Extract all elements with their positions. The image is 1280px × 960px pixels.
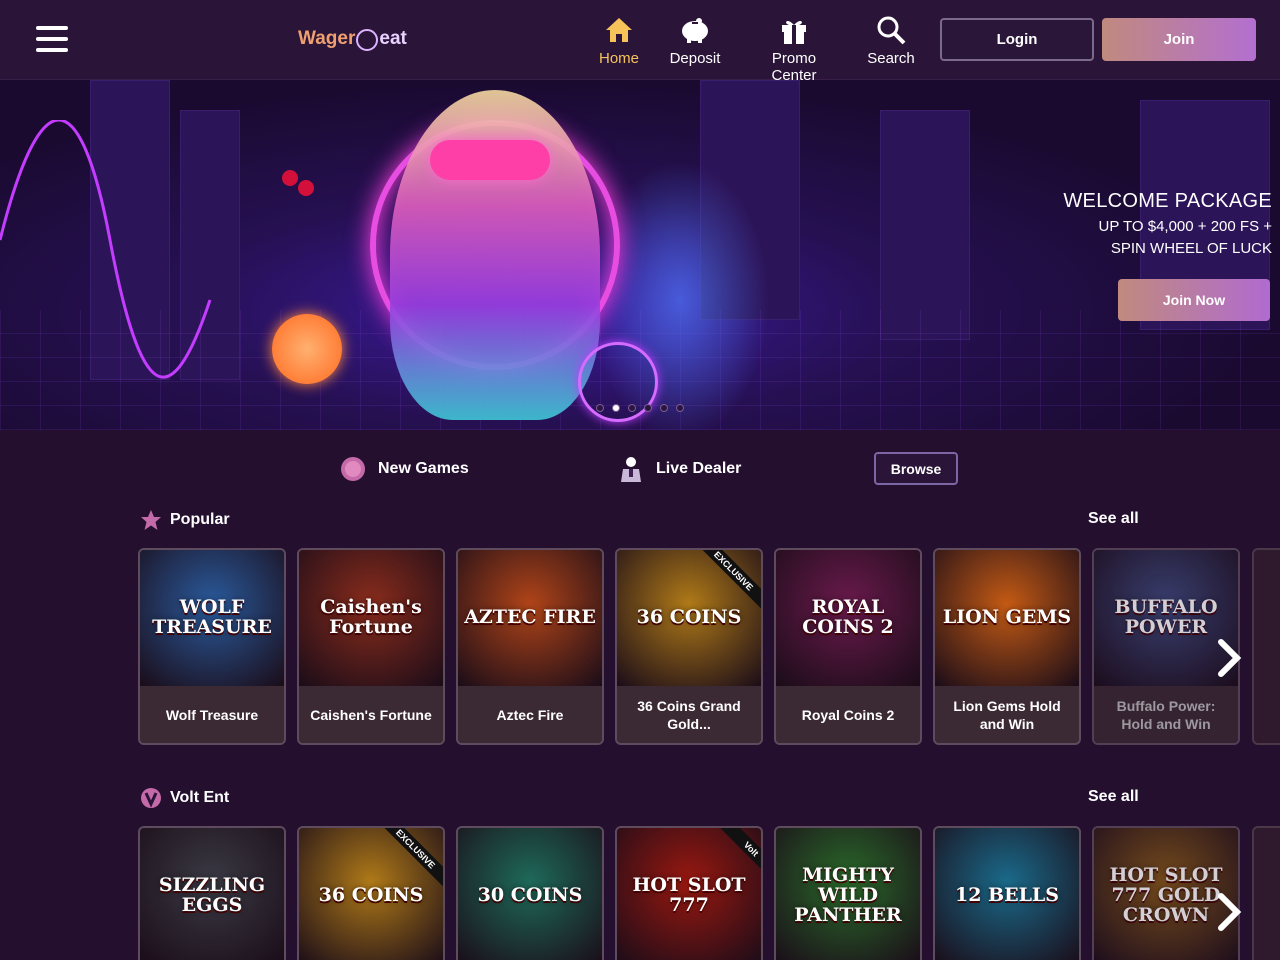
star-icon [140, 509, 162, 531]
game-card[interactable]: LION GEMS Lion Gems Hold and Win [933, 548, 1081, 745]
game-art-title: 30 COINS [477, 884, 583, 907]
carousel-dot[interactable] [628, 404, 636, 412]
game-name: Wolf Treasure [140, 686, 284, 743]
carousel-dot[interactable] [644, 404, 652, 412]
game-thumbnail: WOLF TREASURE [140, 550, 284, 686]
login-button[interactable]: Login [940, 18, 1094, 61]
game-name: Royal Coins 2 [776, 686, 920, 743]
logo-text-left: Wager [298, 28, 356, 49]
game-card[interactable]: AZTEC FIRE Aztec Fire [456, 548, 604, 745]
nav-deposit[interactable]: Deposit [666, 14, 724, 67]
category-new-games-label: New Games [378, 460, 469, 477]
category-live-dealer[interactable]: Live Dealer [618, 452, 741, 486]
hero-banner[interactable]: WELCOME PACKAGE UP TO $4,000 + 200 FS + … [0, 80, 1280, 430]
volt-see-all-link[interactable]: See all [1088, 788, 1139, 806]
game-card[interactable]: HOT SLOT 777 Volt [615, 826, 763, 960]
promo-line-2: SPIN WHEEL OF LUCK [1110, 240, 1272, 257]
bg-building [880, 110, 970, 340]
brand-logo[interactable]: Wager eat [298, 22, 407, 56]
nav-home-label: Home [598, 50, 639, 67]
carousel-dot-active[interactable] [612, 404, 620, 412]
piggy-bank-icon [666, 14, 724, 46]
category-new-games[interactable]: New Games [340, 452, 469, 486]
gift-icon [748, 14, 840, 46]
nav-deposit-label: Deposit [669, 50, 721, 67]
search-icon [866, 14, 916, 46]
game-name: Aztec Fire [458, 686, 602, 743]
neon-wave [0, 120, 212, 379]
game-card-partial[interactable] [1252, 826, 1280, 960]
game-art-title: 12 BELLS [954, 884, 1060, 907]
game-card-partial[interactable] [1252, 548, 1280, 745]
promo-line-1: UP TO $4,000 + 200 FS + [1098, 218, 1272, 235]
game-card[interactable]: 36 COINS EXCLUSIVE [297, 826, 445, 960]
volt-label: Volt Ent [170, 789, 230, 806]
game-thumbnail: ROYAL COINS 2 [776, 550, 920, 686]
game-card[interactable]: ROYAL COINS 2 Royal Coins 2 [774, 548, 922, 745]
section-volt-title: Volt Ent [140, 787, 229, 809]
game-art-title: WOLF TREASURE [152, 596, 272, 638]
section-popular-title: Popular [140, 509, 230, 531]
game-art-title: 36 COINS [318, 884, 424, 907]
game-card[interactable]: MIGHTY WILD PANTHER [774, 826, 922, 960]
game-art-title: ROYAL COINS 2 [802, 596, 894, 638]
game-card[interactable]: 30 COINS [456, 826, 604, 960]
logo-ball-icon [356, 29, 379, 51]
game-name: Caishen's Fortune [299, 686, 443, 743]
cherry-icon [282, 170, 298, 186]
game-name: Lion Gems Hold and Win [935, 686, 1079, 743]
volt-next-arrow-icon[interactable] [1214, 892, 1244, 932]
game-name: 36 Coins Grand Gold... [617, 686, 761, 743]
nav-search[interactable]: Search [866, 14, 916, 67]
carousel-dot[interactable] [676, 404, 684, 412]
game-thumbnail: AZTEC FIRE [458, 550, 602, 686]
carousel-dot[interactable] [596, 404, 604, 412]
nav-search-label: Search [867, 50, 915, 67]
popular-next-arrow-icon[interactable] [1214, 638, 1244, 678]
nav-promo-center[interactable]: Promo Center [748, 14, 840, 84]
game-art-title: AZTEC FIRE [464, 606, 596, 629]
menu-icon[interactable] [36, 26, 68, 52]
game-art-title: MIGHTY WILD PANTHER [794, 864, 902, 926]
game-art-title: LION GEMS [942, 606, 1072, 629]
game-card[interactable]: Caishen's Fortune Caishen's Fortune [297, 548, 445, 745]
game-card[interactable]: 36 COINS EXCLUSIVE 36 Coins Grand Gold..… [615, 548, 763, 745]
game-art-title: SIZZLING EGGS [158, 874, 266, 916]
top-header: Wager eat Home Deposit Promo Center Sear… [0, 0, 1280, 84]
game-art-title: HOT SLOT 777 [632, 874, 746, 916]
category-live-dealer-label: Live Dealer [656, 460, 742, 477]
game-thumbnail: MIGHTY WILD PANTHER [776, 828, 920, 960]
home-icon [596, 14, 642, 46]
carousel-dot[interactable] [660, 404, 668, 412]
game-card[interactable]: 12 BELLS [933, 826, 1081, 960]
game-thumbnail: 12 BELLS [935, 828, 1079, 960]
browse-button[interactable]: Browse [874, 452, 958, 485]
orange-slice-icon [272, 314, 342, 384]
cherry-icon [298, 180, 314, 196]
join-button[interactable]: Join [1102, 18, 1256, 61]
neon-visor [430, 140, 550, 180]
popular-see-all-link[interactable]: See all [1088, 510, 1139, 528]
new-badge-icon [340, 456, 366, 482]
nav-promo-label: Promo Center [771, 50, 817, 84]
game-thumbnail: 30 COINS [458, 828, 602, 960]
game-thumbnail: SIZZLING EGGS [140, 828, 284, 960]
promo-title: WELCOME PACKAGE [1063, 190, 1272, 212]
game-name: Buffalo Power: Hold and Win [1094, 686, 1238, 743]
popular-label: Popular [170, 511, 230, 528]
dealer-icon [618, 455, 644, 483]
game-thumbnail: LION GEMS [935, 550, 1079, 686]
volt-logo-icon [140, 787, 162, 809]
game-art-title: 36 COINS [636, 606, 742, 629]
promo-text: WELCOME PACKAGE UP TO $4,000 + 200 FS + … [1063, 190, 1272, 257]
game-art-title: Caishen's Fortune [320, 596, 422, 638]
game-art-title: BUFFALO POWER [1114, 596, 1218, 638]
join-now-button[interactable]: Join Now [1118, 279, 1270, 321]
nav-home[interactable]: Home [596, 14, 642, 67]
game-thumbnail: Caishen's Fortune [299, 550, 443, 686]
game-card[interactable]: WOLF TREASURE Wolf Treasure [138, 548, 286, 745]
carousel-dots [596, 404, 684, 412]
game-card[interactable]: SIZZLING EGGS [138, 826, 286, 960]
logo-text-right: eat [379, 28, 407, 49]
